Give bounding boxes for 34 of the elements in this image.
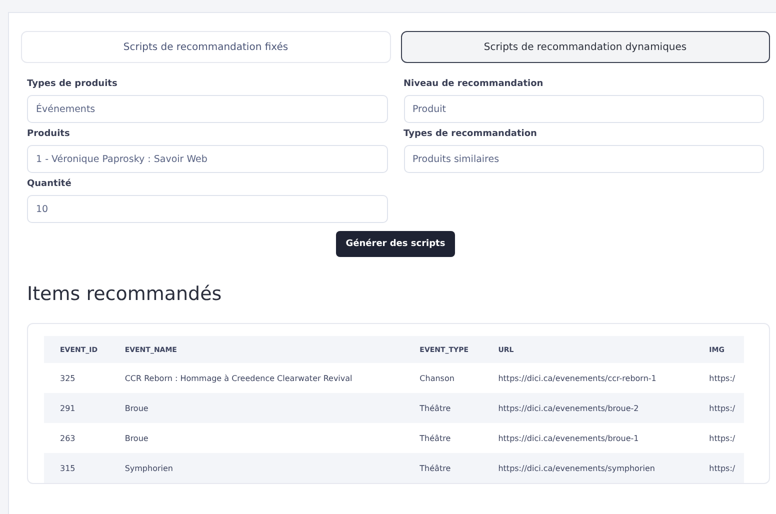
field-label: Types de recommandation [404,129,538,139]
table-cell: Broue [108,393,404,423]
input-field[interactable]: Produits similaires [404,145,764,173]
table-cell: Théâtre [404,393,482,423]
input-field[interactable]: Produit [404,95,764,123]
field-label: Types de produits [27,79,118,89]
table-cell: https:/ [693,453,744,483]
table-cell: Chanson [404,363,482,393]
table-cell: https://dici.ca/evenements/symphorien [482,453,694,483]
table-cell: 325 [44,363,109,393]
table-cell: https://dici.ca/evenements/broue-2 [482,393,694,423]
table-cell: 291 [44,393,109,423]
input-field[interactable]: Événements [27,95,388,123]
table-cell: https:/ [693,393,744,423]
table-cell: Théâtre [404,453,482,483]
table-cell: Broue [108,423,404,453]
field-label: Niveau de recommandation [404,79,544,89]
table-cell: https:/ [693,423,744,453]
table-cell: https:/ [693,363,744,393]
section-title: Items recommandés [27,283,223,305]
table-cell: Théâtre [404,423,482,453]
table-cell: https://dici.ca/evenements/ccr-reborn-1 [482,363,694,393]
table-cell: 263 [44,423,109,453]
input-field[interactable]: 1 - Véronique Paprosky : Savoir Web [27,145,388,173]
tab[interactable]: Scripts de recommandation fixés [21,31,390,63]
table-cell: 315 [44,453,109,483]
table-cell: CCR Reborn : Hommage à Creedence Clearwater Revival [108,363,404,393]
generate-button[interactable]: Générer des scripts [336,231,456,257]
table-cell: https://dici.ca/evenements/broue-1 [482,423,694,453]
field-label: Quantité [27,179,72,189]
tab[interactable]: Scripts de recommandation dynamiques [400,31,770,63]
field-label: Produits [27,129,71,139]
input-field[interactable]: 10 [27,195,388,223]
table-cell: Symphorien [108,453,404,483]
